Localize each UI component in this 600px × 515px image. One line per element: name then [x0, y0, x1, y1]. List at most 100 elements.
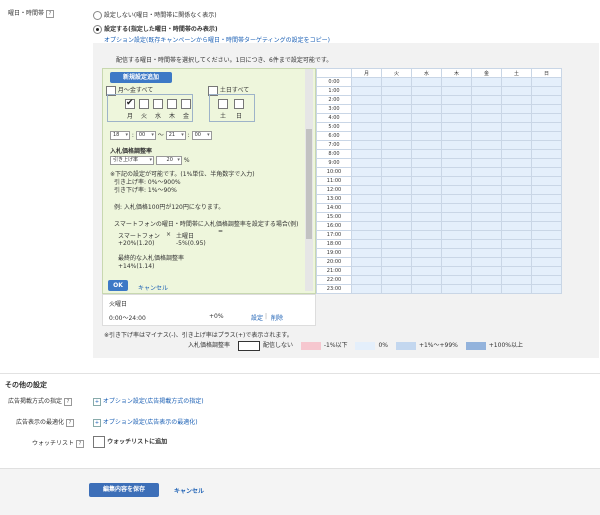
footer-cancel-link[interactable]: キャンセル — [174, 486, 204, 495]
day-checkbox-sun[interactable] — [234, 99, 244, 109]
grid-cell[interactable] — [471, 158, 502, 168]
panel-scrollbar[interactable] — [305, 69, 313, 291]
bid-direction-select[interactable]: 引き上げ率 — [110, 156, 154, 165]
grid-cell[interactable] — [501, 284, 532, 294]
grid-cell[interactable] — [411, 176, 442, 186]
grid-cell[interactable] — [381, 194, 412, 204]
grid-cell[interactable] — [411, 194, 442, 204]
optimize-link[interactable]: オプション設定(広告表示の最適化) — [103, 419, 198, 426]
grid-cell[interactable] — [381, 266, 412, 276]
help-icon[interactable]: ? — [65, 418, 74, 427]
help-icon[interactable]: ? — [45, 9, 54, 18]
grid-cell[interactable] — [501, 212, 532, 222]
grid-cell[interactable] — [411, 203, 442, 213]
grid-cell[interactable] — [411, 95, 442, 105]
day-checkbox-mon[interactable] — [125, 98, 135, 109]
grid-cell[interactable] — [381, 176, 412, 186]
grid-cell[interactable] — [531, 248, 562, 258]
grid-cell[interactable] — [531, 185, 562, 195]
grid-cell[interactable] — [471, 185, 502, 195]
grid-cell[interactable] — [531, 140, 562, 150]
grid-cell[interactable] — [411, 113, 442, 123]
grid-cell[interactable] — [501, 185, 532, 195]
grid-cell[interactable] — [351, 86, 382, 96]
bid-value-input[interactable]: 20 — [155, 156, 182, 165]
grid-cell[interactable] — [411, 167, 442, 177]
grid-cell[interactable] — [471, 176, 502, 186]
grid-cell[interactable] — [351, 257, 382, 267]
grid-cell[interactable] — [471, 212, 502, 222]
grid-cell[interactable] — [411, 140, 442, 150]
grid-cell[interactable] — [381, 95, 412, 105]
grid-cell[interactable] — [501, 176, 532, 186]
grid-cell[interactable] — [411, 122, 442, 132]
grid-cell[interactable] — [531, 239, 562, 249]
entry-delete-link[interactable]: 削除 — [271, 313, 283, 322]
grid-cell[interactable] — [471, 257, 502, 267]
end-minute-select[interactable]: 00 — [191, 131, 212, 140]
grid-cell[interactable] — [441, 212, 472, 222]
grid-cell[interactable] — [381, 275, 412, 285]
grid-cell[interactable] — [531, 266, 562, 276]
grid-cell[interactable] — [381, 140, 412, 150]
grid-cell[interactable] — [381, 131, 412, 141]
grid-cell[interactable] — [441, 167, 472, 177]
grid-cell[interactable] — [381, 158, 412, 168]
grid-cell[interactable] — [351, 149, 382, 159]
grid-cell[interactable] — [471, 86, 502, 96]
grid-cell[interactable] — [411, 230, 442, 240]
grid-cell[interactable] — [441, 104, 472, 114]
grid-cell[interactable] — [531, 203, 562, 213]
grid-cell[interactable] — [351, 275, 382, 285]
grid-cell[interactable] — [441, 248, 472, 258]
help-icon[interactable]: ? — [75, 439, 84, 448]
grid-cell[interactable] — [441, 158, 472, 168]
grid-cell[interactable] — [501, 275, 532, 285]
grid-cell[interactable] — [531, 122, 562, 132]
grid-cell[interactable] — [531, 257, 562, 267]
grid-cell[interactable] — [531, 149, 562, 159]
grid-cell[interactable] — [441, 95, 472, 105]
grid-cell[interactable] — [531, 158, 562, 168]
grid-cell[interactable] — [351, 158, 382, 168]
grid-cell[interactable] — [441, 221, 472, 231]
grid-cell[interactable] — [531, 113, 562, 123]
grid-cell[interactable] — [351, 230, 382, 240]
grid-cell[interactable] — [501, 149, 532, 159]
grid-cell[interactable] — [411, 131, 442, 141]
grid-cell[interactable] — [351, 203, 382, 213]
grid-cell[interactable] — [381, 212, 412, 222]
grid-cell[interactable] — [501, 113, 532, 123]
grid-cell[interactable] — [501, 248, 532, 258]
grid-cell[interactable] — [411, 284, 442, 294]
entry-set-link[interactable]: 設定 — [251, 313, 263, 322]
radio-none[interactable] — [93, 11, 102, 20]
grid-cell[interactable] — [501, 266, 532, 276]
grid-cell[interactable] — [411, 212, 442, 222]
grid-cell[interactable] — [501, 230, 532, 240]
grid-cell[interactable] — [351, 113, 382, 123]
grid-cell[interactable] — [501, 194, 532, 204]
grid-cell[interactable] — [441, 230, 472, 240]
grid-cell[interactable] — [351, 284, 382, 294]
grid-cell[interactable] — [441, 77, 472, 87]
grid-cell[interactable] — [441, 86, 472, 96]
grid-cell[interactable] — [411, 221, 442, 231]
watchlist-checkbox[interactable] — [93, 436, 105, 448]
grid-cell[interactable] — [471, 104, 502, 114]
grid-cell[interactable] — [441, 113, 472, 123]
grid-cell[interactable] — [381, 257, 412, 267]
grid-cell[interactable] — [441, 203, 472, 213]
grid-cell[interactable] — [531, 95, 562, 105]
grid-cell[interactable] — [351, 77, 382, 87]
grid-cell[interactable] — [381, 167, 412, 177]
grid-cell[interactable] — [471, 77, 502, 87]
grid-cell[interactable] — [471, 275, 502, 285]
optimize-option[interactable]: + オプション設定(広告表示の最適化) — [93, 417, 198, 427]
grid-cell[interactable] — [441, 122, 472, 132]
grid-cell[interactable] — [471, 248, 502, 258]
grid-cell[interactable] — [411, 86, 442, 96]
grid-cell[interactable] — [471, 284, 502, 294]
grid-cell[interactable] — [351, 122, 382, 132]
expand-plus-icon[interactable]: + — [93, 418, 101, 427]
